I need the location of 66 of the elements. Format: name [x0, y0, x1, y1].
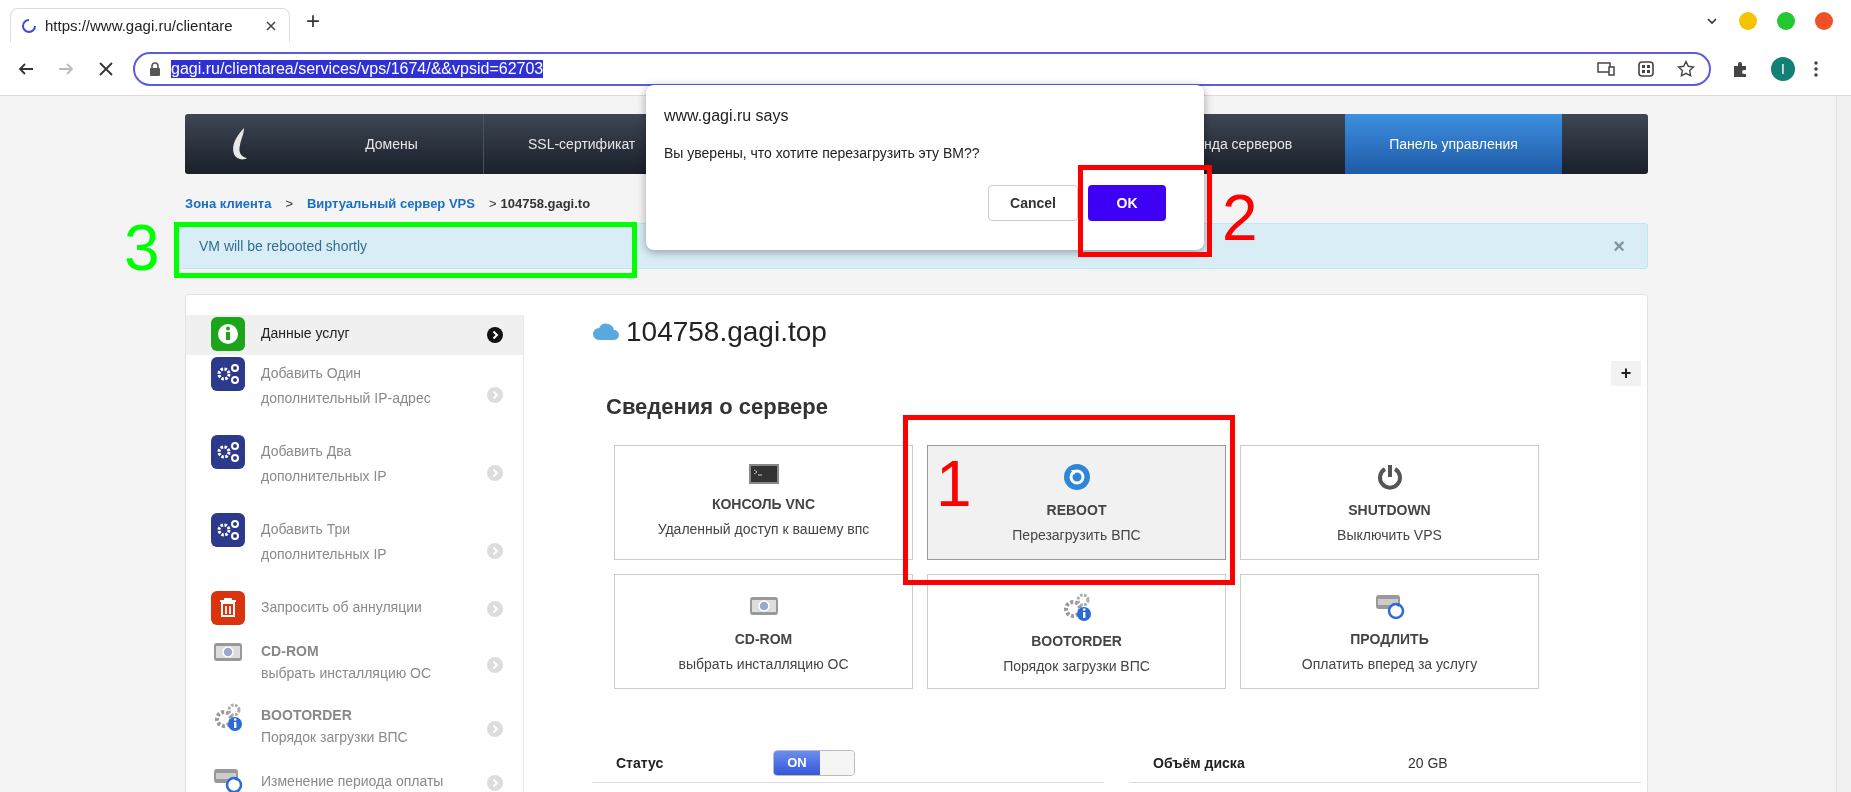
sidebar-item[interactable]: Данные услуг	[186, 315, 523, 355]
chevron-right-icon	[487, 657, 503, 673]
lock-icon	[149, 61, 161, 76]
sidebar-item[interactable]: Добавить Один дополнительный IP-адрес	[186, 355, 523, 433]
detail-value: 20 GB	[1408, 754, 1448, 771]
breadcrumb-separator: >	[285, 195, 293, 211]
alert-message: VM will be rebooted shortly	[199, 238, 369, 254]
chevron-right-icon	[487, 387, 503, 403]
puzzle-icon[interactable]	[1731, 59, 1749, 78]
status-toggle[interactable]: ON	[773, 749, 855, 776]
info-icon	[211, 317, 245, 351]
star-icon[interactable]	[1677, 59, 1695, 78]
cancel-button[interactable]: Cancel	[988, 185, 1078, 221]
sidebar-item[interactable]: Добавить Три дополнительных IP	[186, 511, 523, 589]
section-heading: Сведения о сервере	[606, 394, 829, 420]
breadcrumb-separator: >	[488, 195, 497, 211]
sidebar-item[interactable]: Запросить об аннуляции	[186, 589, 523, 635]
action-tile[interactable]: КОНСОЛЬ VNC Удаленный доступ к вашему впс	[614, 445, 913, 560]
grid-icon[interactable]	[1637, 59, 1655, 78]
action-tile[interactable]: ПРОДЛИТЬ Оплатить вперед за услугу	[1240, 574, 1539, 689]
chevron-right-icon	[487, 721, 503, 737]
action-tile[interactable]: SHUTDOWN Выключить VPS	[1240, 445, 1539, 560]
nav-item[interactable]: нда серверов	[1204, 136, 1293, 152]
device-icon[interactable]	[1597, 60, 1615, 77]
nav-item[interactable]: Домены	[365, 136, 418, 152]
breadcrumb-link[interactable]: Зона клиента	[185, 195, 272, 211]
more-icon[interactable]	[1813, 59, 1819, 78]
gears-icon	[211, 513, 245, 547]
cloud-icon	[592, 322, 620, 342]
sidebar-item[interactable]: BOOTORDER Порядок загрузки ВПС	[186, 699, 523, 763]
browser-tab[interactable]: https://www.gagi.ru/clientare	[10, 8, 290, 42]
stop-icon[interactable]	[97, 59, 115, 78]
server-title: 104758.gagi.top	[626, 316, 827, 348]
nav-item[interactable]: SSL-сертификат	[528, 136, 636, 152]
sidebar-item[interactable]: Изменение периода оплаты	[186, 763, 523, 792]
action-tile[interactable]: BOOTORDER Порядок загрузки ВПС	[927, 574, 1226, 689]
profile-avatar[interactable]: I	[1771, 56, 1795, 81]
chevron-right-icon	[487, 327, 503, 343]
terminal-icon	[747, 462, 780, 486]
chevron-right-icon	[487, 601, 503, 617]
breadcrumb-link[interactable]: Виртуальный сервер VPS	[306, 195, 475, 211]
annotation-number: 1	[936, 452, 972, 516]
chevron-right-icon	[487, 465, 503, 481]
address-bar[interactable]: gagi.ru/clientarea/services/vps/1674/&&vpsid=62703	[133, 51, 1711, 86]
breadcrumb-current: 104758.gagi.to	[500, 195, 591, 211]
dialog-message: Вы уверены, что хотите перезагрузить эту ВМ??	[664, 145, 981, 161]
sidebar-item[interactable]: CD-ROM выбрать инсталляцию ОС	[186, 635, 523, 699]
tab-title: https://www.gagi.ru/clientare	[45, 17, 234, 34]
nav-item[interactable]: Панель управления	[1345, 114, 1562, 174]
action-tile[interactable]: CD-ROM выбрать инсталляцию ОС	[614, 574, 913, 689]
chevron-right-icon	[487, 543, 503, 559]
refresh-icon	[1061, 462, 1092, 492]
detail-label: Объём диска	[1153, 754, 1246, 771]
ok-button[interactable]: OK	[1088, 185, 1166, 221]
detail-label: Статус	[616, 754, 665, 771]
annotation-number: 3	[124, 216, 160, 280]
close-button[interactable]	[1815, 12, 1833, 30]
gears-icon	[211, 357, 245, 391]
new-tab-button[interactable]: +	[300, 7, 326, 35]
url-text: gagi.ru/clientarea/services/vps/1674/&&vpsid=62703	[171, 59, 544, 78]
expand-button[interactable]: +	[1611, 361, 1641, 386]
annotation-number: 2	[1222, 186, 1258, 250]
gears-icon	[211, 435, 245, 469]
dialog-title: www.gagi.ru says	[664, 107, 790, 125]
sidebar-item[interactable]: Добавить Два дополнительных IP	[186, 433, 523, 511]
trash-icon	[211, 591, 245, 625]
